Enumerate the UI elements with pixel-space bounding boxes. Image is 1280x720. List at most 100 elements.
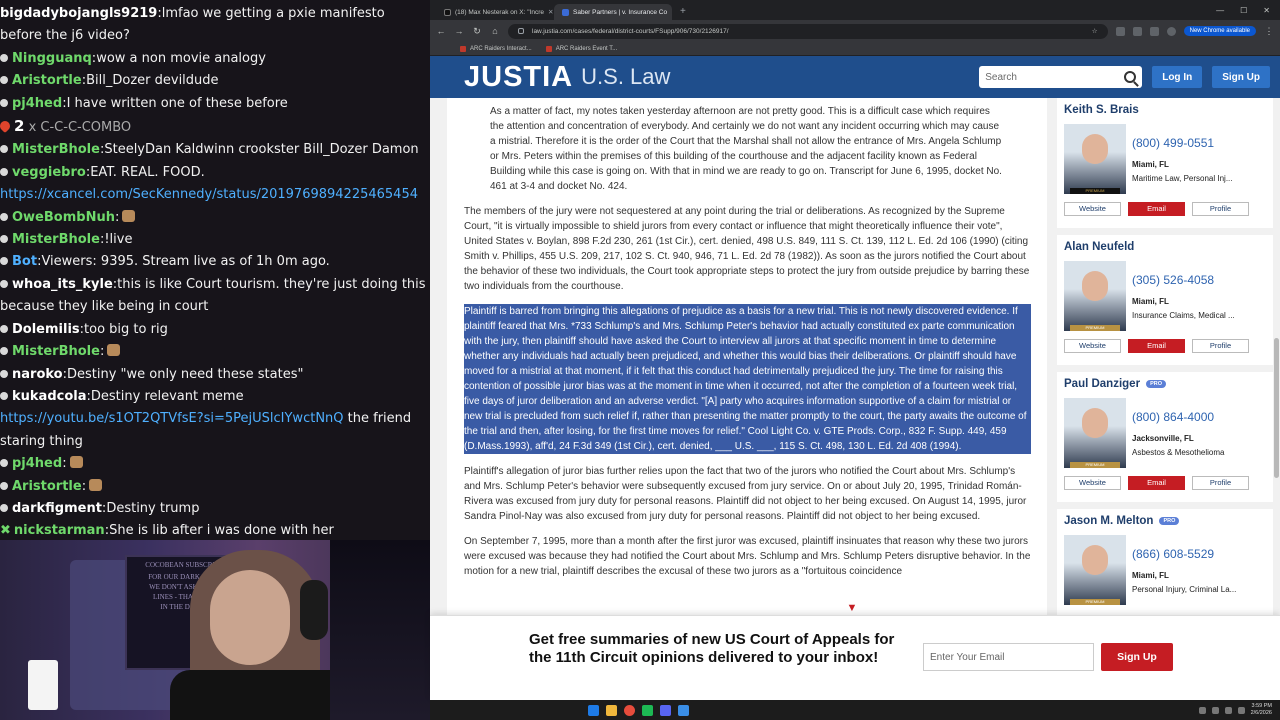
lawyer-photo[interactable]: PREMIUM bbox=[1064, 535, 1126, 605]
chat-username[interactable]: whoa_its_kyle bbox=[12, 277, 113, 292]
chat-username[interactable]: OweBombNuh bbox=[12, 210, 115, 225]
lawyer-name[interactable]: Jason M. Melton bbox=[1064, 515, 1153, 527]
lawyer-city: Miami, FL bbox=[1132, 160, 1169, 169]
search-icon[interactable] bbox=[1124, 71, 1137, 83]
chat-username[interactable]: darkfigment bbox=[12, 501, 102, 516]
maximize-icon[interactable]: ☐ bbox=[1240, 6, 1247, 15]
reload-icon[interactable]: ↻ bbox=[472, 26, 482, 37]
chrome-icon[interactable] bbox=[624, 704, 635, 716]
windows-start-icon[interactable] bbox=[588, 704, 599, 716]
steam-icon[interactable] bbox=[678, 704, 689, 716]
premium-badge: PREMIUM bbox=[1070, 462, 1120, 468]
chat-username[interactable]: Dolemilis bbox=[12, 322, 80, 337]
tab-label: (18) Max Nesterak on X: "Incre bbox=[455, 8, 545, 16]
extension-icon[interactable] bbox=[1149, 26, 1159, 36]
profile-button[interactable]: Profile bbox=[1192, 202, 1249, 216]
email-button[interactable]: Email bbox=[1128, 476, 1185, 490]
email-button[interactable]: Email bbox=[1128, 339, 1185, 353]
scrollbar-thumb[interactable] bbox=[1274, 338, 1279, 478]
website-button[interactable]: Website bbox=[1064, 476, 1121, 490]
banner-signup-button[interactable]: Sign Up bbox=[1101, 643, 1173, 671]
lawyer-name[interactable]: Alan Neufeld bbox=[1064, 241, 1134, 253]
lawyer-name[interactable]: Paul Danziger bbox=[1064, 378, 1140, 390]
chat-username[interactable]: MisterBhole bbox=[12, 232, 100, 247]
profile-icon[interactable] bbox=[1166, 26, 1176, 36]
streamer-face bbox=[210, 570, 290, 665]
justia-logo-subtitle[interactable]: U.S. Law bbox=[581, 64, 670, 90]
lawyer-name[interactable]: Keith S. Brais bbox=[1064, 104, 1139, 116]
tab-justia[interactable]: Saber Partners | v. Insurance Co ✕ bbox=[554, 4, 672, 20]
extension-icon[interactable] bbox=[1115, 26, 1125, 36]
back-icon[interactable]: ← bbox=[436, 26, 446, 36]
close-window-icon[interactable]: ✕ bbox=[1263, 6, 1270, 15]
close-tab-icon[interactable]: ✕ bbox=[548, 8, 553, 16]
chat-username[interactable]: veggiebro bbox=[12, 165, 86, 180]
chat-username[interactable]: Bot bbox=[12, 254, 37, 269]
profile-button[interactable]: Profile bbox=[1192, 476, 1249, 490]
chat-username[interactable]: MisterBhole bbox=[12, 344, 100, 359]
chat-username[interactable]: Aristortle bbox=[12, 479, 82, 494]
lawyer-phone[interactable]: (800) 864-4000 bbox=[1132, 410, 1214, 424]
chat-username[interactable]: bigdadybojangls9219 bbox=[0, 6, 157, 21]
chat-username[interactable]: nickstarman bbox=[14, 523, 105, 538]
wifi-icon[interactable] bbox=[1224, 706, 1232, 714]
lawyer-phone[interactable]: (800) 499-0551 bbox=[1132, 136, 1214, 150]
clock[interactable]: 3:59 PM 2/6/2026 bbox=[1251, 703, 1272, 717]
tab-bar: (18) Max Nesterak on X: "Incre ✕ Saber P… bbox=[430, 0, 1280, 20]
chat-message: https://xcancel.com/SecKennedy/status/20… bbox=[0, 184, 430, 206]
chat-username[interactable]: pj4hed bbox=[12, 96, 62, 111]
user-badge-icon bbox=[0, 257, 8, 266]
bookmark-item[interactable]: ARC Raiders Interact... bbox=[460, 45, 532, 52]
search-input[interactable]: Search bbox=[979, 66, 1143, 88]
new-tab-icon[interactable]: + bbox=[672, 6, 694, 20]
forward-icon[interactable]: → bbox=[454, 26, 464, 36]
justia-logo[interactable]: JUSTIA bbox=[464, 61, 573, 94]
lawyer-city: Jacksonville, FL bbox=[1132, 434, 1194, 443]
collapse-banner-icon[interactable]: ▼ bbox=[845, 602, 859, 616]
site-info-icon[interactable] bbox=[518, 28, 524, 34]
volume-icon[interactable] bbox=[1237, 706, 1245, 714]
bookmark-item[interactable]: ARC Raiders Event T... bbox=[545, 45, 617, 52]
discord-icon[interactable] bbox=[660, 704, 671, 716]
address-bar[interactable]: law.justia.com/cases/federal/district-co… bbox=[508, 23, 1108, 39]
file-explorer-icon[interactable] bbox=[606, 704, 617, 716]
website-button[interactable]: Website bbox=[1064, 339, 1121, 353]
extension-icon[interactable] bbox=[1132, 26, 1142, 36]
tray-icon[interactable] bbox=[1198, 706, 1206, 714]
lawyer-photo[interactable]: PREMIUM bbox=[1064, 124, 1126, 194]
lawyer-head bbox=[1082, 545, 1108, 575]
tray-icon[interactable] bbox=[1211, 706, 1219, 714]
login-button[interactable]: Log In bbox=[1152, 66, 1203, 88]
signup-button[interactable]: Sign Up bbox=[1212, 66, 1270, 88]
lawyer-photo[interactable]: PREMIUM bbox=[1064, 398, 1126, 468]
menu-kebab-icon[interactable]: ⋮ bbox=[1264, 26, 1274, 37]
chat-username[interactable]: naroko bbox=[12, 367, 63, 382]
home-icon[interactable]: ⌂ bbox=[490, 26, 500, 36]
profile-button[interactable]: Profile bbox=[1192, 339, 1249, 353]
lawyer-phone[interactable]: (305) 526-4058 bbox=[1132, 273, 1214, 287]
new-chrome-available-button[interactable]: New Chrome available bbox=[1183, 26, 1256, 36]
spotify-icon[interactable] bbox=[642, 704, 653, 716]
chat-link[interactable]: https://xcancel.com/SecKennedy/status/20… bbox=[0, 187, 418, 202]
taskbar-apps bbox=[588, 704, 689, 716]
scrollbar[interactable] bbox=[1273, 98, 1280, 615]
opinion-paragraph: Plaintiff's allegation of juror bias fur… bbox=[464, 466, 1027, 522]
star-icon[interactable]: ☆ bbox=[1092, 27, 1098, 35]
website-button[interactable]: Website bbox=[1064, 202, 1121, 216]
email-field[interactable]: Enter Your Email bbox=[923, 643, 1094, 671]
chat-username[interactable]: Ningguanq bbox=[12, 51, 92, 66]
chat-username[interactable]: pj4hed bbox=[12, 456, 62, 471]
lawyer-phone[interactable]: (866) 608-5529 bbox=[1132, 547, 1214, 561]
chat-username[interactable]: Aristortle bbox=[12, 73, 82, 88]
system-tray: 3:59 PM 2/6/2026 bbox=[1198, 703, 1272, 717]
minimize-icon[interactable]: — bbox=[1216, 6, 1224, 15]
chat-username[interactable]: MisterBhole bbox=[12, 142, 100, 157]
chat-message: kukadcola:Destiny relevant meme bbox=[0, 386, 430, 408]
tab-x-post[interactable]: (18) Max Nesterak on X: "Incre ✕ bbox=[436, 4, 554, 20]
chat-message: 2 x C-C-C-COMBO bbox=[0, 115, 430, 139]
chat-link[interactable]: https://youtu.be/s1OT2QTVfsE?si=5PejUSlc… bbox=[0, 411, 344, 426]
lawyer-photo[interactable]: PREMIUM bbox=[1064, 261, 1126, 331]
email-button[interactable]: Email bbox=[1128, 202, 1185, 216]
chat-message: darkfigment:Destiny trump bbox=[0, 498, 430, 520]
chat-username[interactable]: kukadcola bbox=[12, 389, 87, 404]
